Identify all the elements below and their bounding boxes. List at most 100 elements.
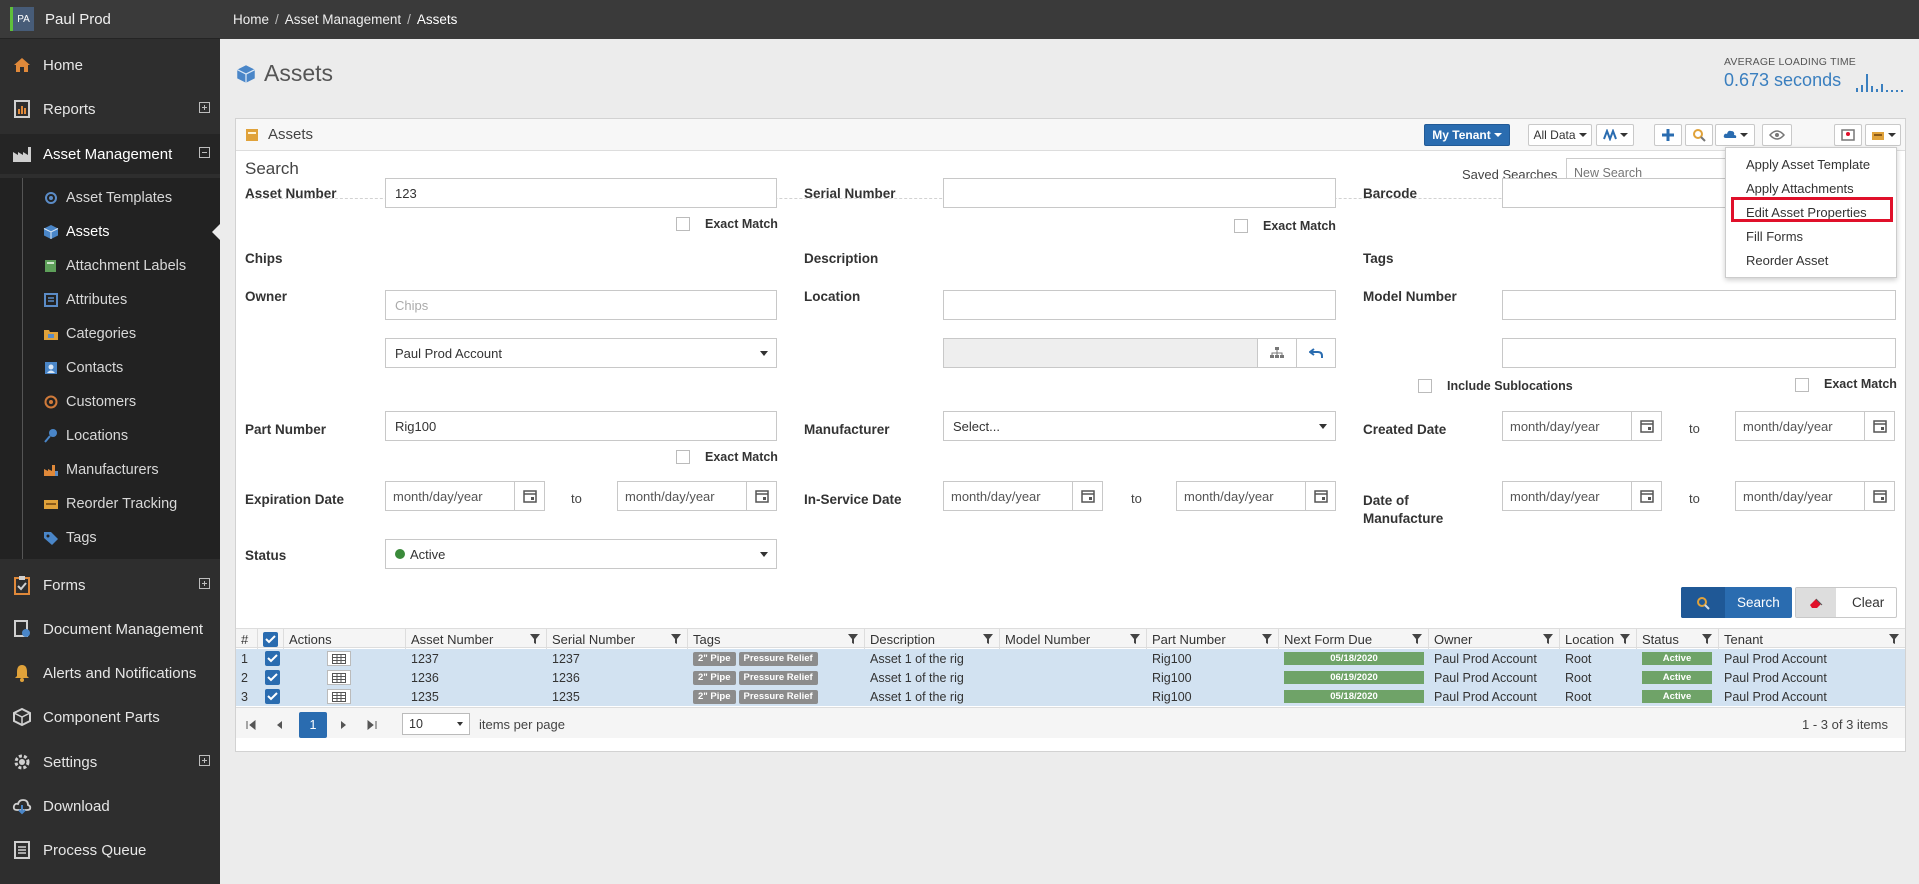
brand[interactable]: PA Paul Prod — [0, 0, 220, 39]
nav-reports[interactable]: Reports — [0, 89, 220, 129]
col-part-number[interactable]: Part Number — [1147, 629, 1279, 649]
filter-icon[interactable] — [1543, 634, 1553, 644]
col-tags[interactable]: Tags — [688, 629, 865, 649]
select-all-checkbox[interactable] — [263, 631, 278, 647]
serial-number-input[interactable] — [943, 178, 1336, 208]
calendar-icon[interactable] — [1305, 482, 1335, 510]
model-number-input[interactable] — [1502, 338, 1896, 368]
nav-document-management[interactable]: Document Management — [0, 609, 220, 649]
serial-number-exact-checkbox[interactable] — [1234, 219, 1248, 233]
next-page-icon[interactable] — [333, 714, 355, 736]
col-description[interactable]: Description — [865, 629, 1000, 649]
export-dropdown[interactable] — [1715, 124, 1755, 146]
row-checkbox[interactable] — [265, 651, 280, 666]
collapse-icon[interactable] — [199, 147, 210, 158]
calendar-icon[interactable] — [1631, 482, 1661, 510]
col-location[interactable]: Location — [1560, 629, 1637, 649]
menu-item-apply-attachments[interactable]: Apply Attachments — [1746, 181, 1854, 196]
search-button[interactable]: Search — [1681, 587, 1792, 618]
nav-component-parts[interactable]: Component Parts — [0, 697, 220, 737]
first-page-icon[interactable] — [240, 714, 262, 736]
table-row[interactable]: 3 1235 1235 2" Pipe Pressure Relief Asset… — [236, 687, 1905, 706]
prev-page-icon[interactable] — [268, 714, 290, 736]
clear-button[interactable]: Clear — [1795, 587, 1897, 618]
filter-icon[interactable] — [1412, 634, 1422, 644]
in-service-date-from[interactable]: month/day/year — [943, 481, 1103, 511]
nav-home[interactable]: Home — [0, 45, 220, 85]
view-options-dropdown[interactable] — [1596, 124, 1634, 146]
status-select[interactable]: Active — [385, 539, 777, 569]
owner-select[interactable]: Paul Prod Account — [385, 338, 777, 368]
nav-settings[interactable]: Settings — [0, 742, 220, 782]
nav-alerts[interactable]: Alerts and Notifications — [0, 653, 220, 693]
sub-attachment-labels[interactable]: Attachment Labels — [0, 249, 220, 283]
created-date-to[interactable]: month/day/year — [1735, 411, 1895, 441]
nav-forms[interactable]: Forms — [0, 565, 220, 605]
row-checkbox[interactable] — [265, 689, 280, 704]
filter-icon[interactable] — [1262, 634, 1272, 644]
asset-number-input[interactable]: 123 — [385, 178, 777, 208]
sub-reorder-tracking[interactable]: Reorder Tracking — [0, 487, 220, 521]
table-row[interactable]: 2 1236 1236 2" Pipe Pressure Relief Asset… — [236, 668, 1905, 687]
col-status[interactable]: Status — [1637, 629, 1719, 649]
row-action-button[interactable] — [327, 651, 351, 666]
sub-tags[interactable]: Tags — [0, 521, 220, 555]
row-action-button[interactable] — [327, 670, 351, 685]
data-filter-dropdown[interactable]: All Data — [1528, 124, 1592, 146]
date-of-manufacture-to[interactable]: month/day/year — [1735, 481, 1895, 511]
nav-process-queue[interactable]: Process Queue — [0, 830, 220, 870]
date-of-manufacture-from[interactable]: month/day/year — [1502, 481, 1662, 511]
tags-input[interactable] — [1502, 290, 1896, 320]
filter-icon[interactable] — [1620, 634, 1630, 644]
barcode-input[interactable] — [1502, 178, 1731, 208]
sub-locations[interactable]: Locations — [0, 419, 220, 453]
filter-icon[interactable] — [983, 634, 993, 644]
calendar-icon[interactable] — [1631, 412, 1661, 440]
calendar-icon[interactable] — [746, 482, 776, 510]
last-page-icon[interactable] — [361, 714, 383, 736]
part-number-exact-checkbox[interactable] — [676, 450, 690, 464]
sub-attributes[interactable]: Attributes — [0, 283, 220, 317]
toggle-view-button[interactable] — [1762, 124, 1792, 146]
tenant-dropdown[interactable]: My Tenant — [1424, 124, 1510, 146]
col-model-number[interactable]: Model Number — [1000, 629, 1147, 649]
chips-input[interactable]: Chips — [385, 290, 777, 320]
map-view-button[interactable] — [1834, 124, 1862, 146]
sub-manufacturers[interactable]: Manufacturers — [0, 453, 220, 487]
calendar-icon[interactable] — [1072, 482, 1102, 510]
sub-categories[interactable]: Categories — [0, 317, 220, 351]
filter-icon[interactable] — [530, 634, 540, 644]
col-tenant[interactable]: Tenant — [1719, 629, 1905, 649]
menu-item-reorder-asset[interactable]: Reorder Asset — [1746, 253, 1828, 268]
part-number-input[interactable]: Rig100 — [385, 411, 777, 441]
filter-icon[interactable] — [848, 634, 858, 644]
filter-icon[interactable] — [1702, 634, 1712, 644]
sub-assets[interactable]: Assets — [0, 215, 220, 249]
current-page[interactable]: 1 — [299, 712, 327, 738]
expiration-date-from[interactable]: month/day/year — [385, 481, 545, 511]
created-date-from[interactable]: month/day/year — [1502, 411, 1662, 441]
nav-asset-management[interactable]: Asset Management — [0, 134, 220, 174]
description-input[interactable] — [943, 290, 1336, 320]
breadcrumb-section[interactable]: Asset Management — [285, 12, 401, 27]
calendar-icon[interactable] — [514, 482, 544, 510]
in-service-date-to[interactable]: month/day/year — [1176, 481, 1336, 511]
sub-customers[interactable]: Customers — [0, 385, 220, 419]
calendar-icon[interactable] — [1864, 482, 1894, 510]
expand-icon[interactable] — [199, 578, 210, 589]
calendar-icon[interactable] — [1864, 412, 1894, 440]
find-button[interactable] — [1685, 124, 1713, 146]
actions-dropdown[interactable] — [1865, 124, 1901, 146]
table-row[interactable]: 1 1237 1237 2" Pipe Pressure Relief Asset… — [236, 649, 1905, 668]
col-asset-number[interactable]: Asset Number — [406, 629, 547, 649]
expand-icon[interactable] — [199, 755, 210, 766]
col-serial-number[interactable]: Serial Number — [547, 629, 688, 649]
row-action-button[interactable] — [327, 689, 351, 704]
expand-icon[interactable] — [199, 102, 210, 113]
location-input[interactable] — [943, 338, 1336, 368]
model-number-exact-checkbox[interactable] — [1795, 378, 1809, 392]
menu-item-fill-forms[interactable]: Fill Forms — [1746, 229, 1803, 244]
location-reset-button[interactable] — [1296, 338, 1336, 368]
filter-icon[interactable] — [1889, 634, 1899, 644]
row-checkbox[interactable] — [265, 670, 280, 685]
